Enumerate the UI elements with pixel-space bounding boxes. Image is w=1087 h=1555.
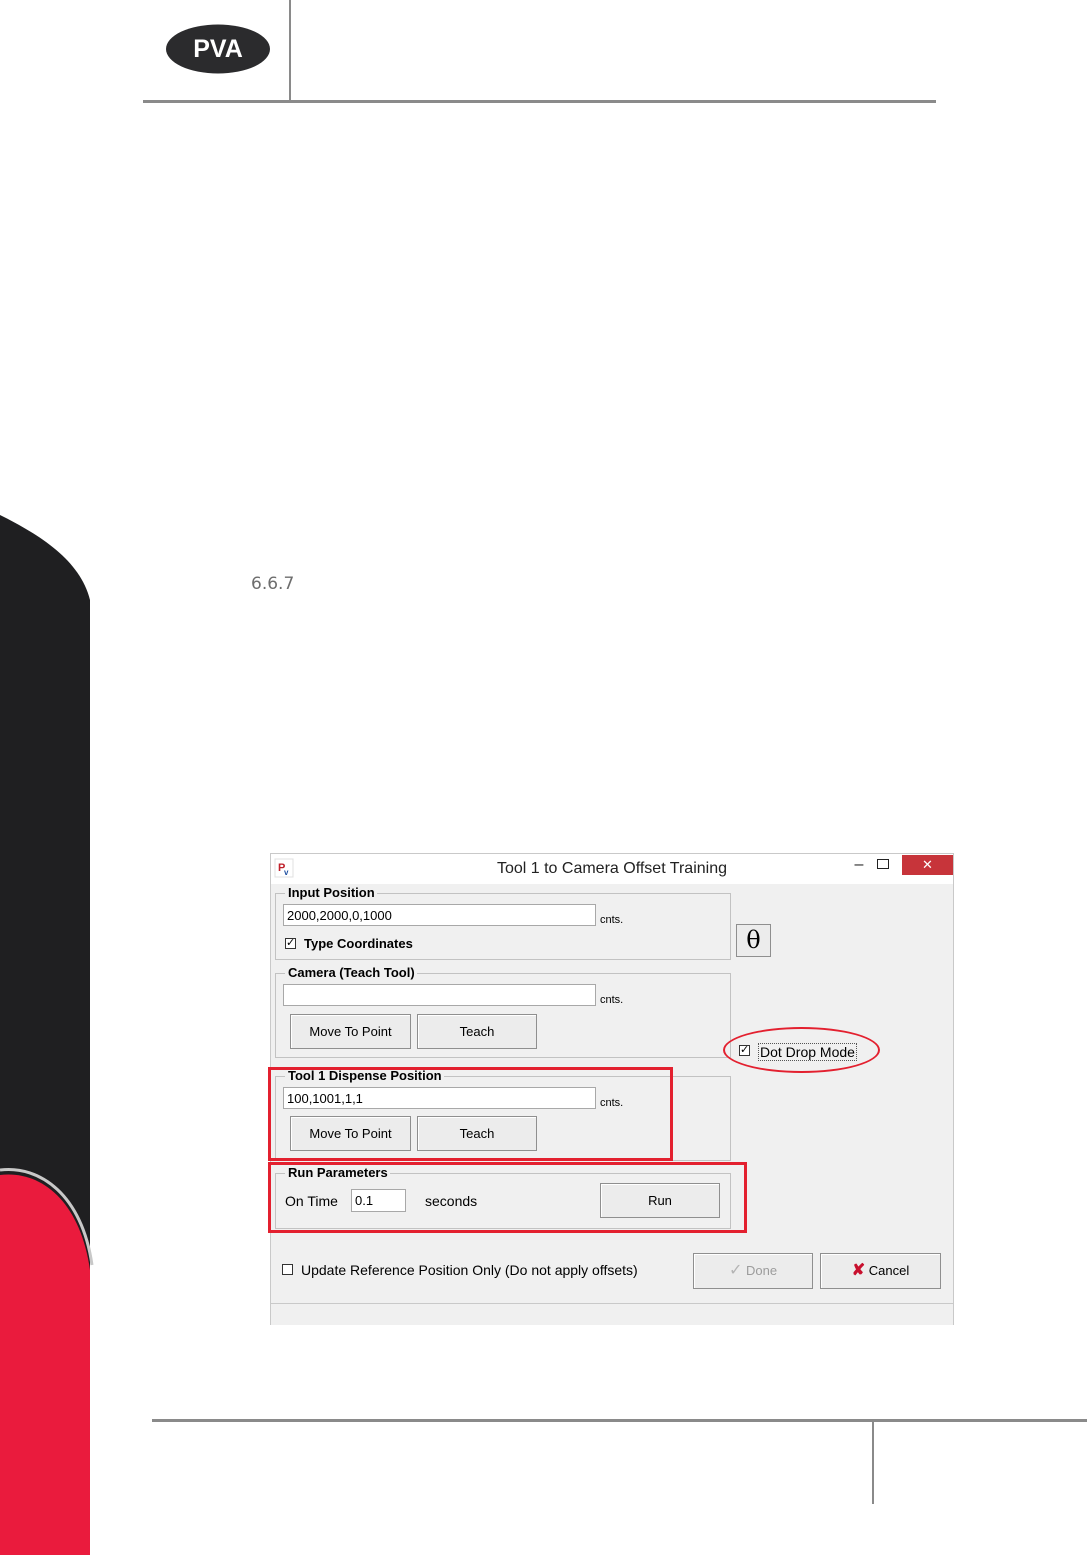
highlight-dot-drop-mode — [723, 1027, 880, 1073]
dialog-titlebar: P v Tool 1 to Camera Offset Training – ✕ — [271, 854, 953, 884]
input-position-field[interactable] — [283, 904, 596, 926]
camera-position-unit: cnts. — [600, 994, 624, 1006]
header-divider-vertical — [289, 0, 291, 100]
status-bar — [271, 1303, 953, 1325]
highlight-tool1-dispense — [268, 1067, 673, 1161]
header-divider-horizontal — [143, 100, 936, 103]
update-reference-checkbox[interactable] — [282, 1264, 293, 1275]
done-button[interactable]: ✓ Done — [693, 1253, 813, 1289]
cancel-button[interactable]: ✘ Cancel — [820, 1253, 941, 1289]
pva-logo: PVA — [166, 24, 270, 74]
minimize-button[interactable]: – — [849, 854, 869, 878]
cancel-label: Cancel — [868, 1263, 910, 1278]
theta-button[interactable]: θ — [736, 924, 771, 957]
camera-move-to-point-button[interactable]: Move To Point — [290, 1014, 411, 1049]
type-coordinates-checkbox[interactable]: ✓ — [285, 938, 296, 949]
side-decoration-band — [0, 515, 94, 1555]
camera-teach-button[interactable]: Teach — [417, 1014, 537, 1049]
camera-position-field[interactable] — [283, 984, 596, 1006]
footer-divider-horizontal — [152, 1419, 1087, 1422]
cancel-x-icon: ✘ — [851, 1262, 866, 1279]
input-position-label: Input Position — [285, 885, 377, 901]
maximize-button[interactable] — [877, 859, 889, 869]
update-reference-label: Update Reference Position Only (Do not a… — [301, 1262, 638, 1278]
logo-text: PVA — [193, 35, 243, 63]
section-number: 6.6.7 — [251, 574, 295, 594]
done-label: Done — [745, 1263, 778, 1278]
type-coordinates-label: Type Coordinates — [304, 936, 413, 951]
input-position-unit: cnts. — [600, 914, 624, 926]
footer-divider-vertical — [872, 1422, 874, 1504]
camera-group-label: Camera (Teach Tool) — [285, 965, 417, 981]
highlight-run-parameters — [268, 1162, 747, 1233]
close-button[interactable]: ✕ — [902, 855, 953, 875]
checkmark-icon: ✓ — [728, 1262, 743, 1279]
